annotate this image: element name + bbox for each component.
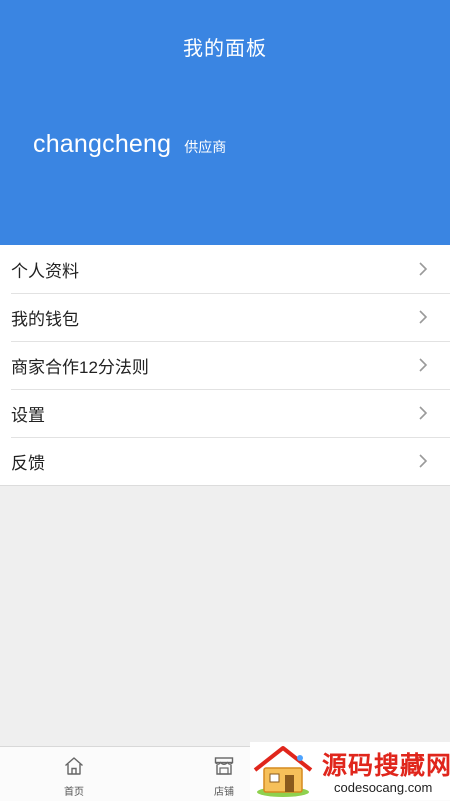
- menu-item-label: 设置: [11, 405, 45, 425]
- watermark-url: codesocang.com: [334, 780, 433, 795]
- chevron-right-icon: [419, 454, 428, 468]
- menu-item-label: 商家合作12分法则: [11, 357, 149, 377]
- menu-item-wallet[interactable]: 我的钱包: [0, 293, 450, 341]
- menu-item-label: 个人资料: [11, 261, 79, 281]
- menu-list: 个人资料 我的钱包 商家合作12分法则 设置 反馈: [0, 245, 450, 486]
- tab-label: 店铺: [214, 787, 234, 798]
- chevron-right-icon: [419, 310, 428, 324]
- user-role-label: 供应商: [184, 139, 227, 155]
- menu-item-profile[interactable]: 个人资料: [0, 245, 450, 293]
- watermark-logo: 源码搜藏网 codesocang.com: [250, 742, 450, 800]
- chevron-right-icon: [419, 406, 428, 420]
- tab-home[interactable]: 首页: [39, 755, 109, 798]
- home-icon: [65, 757, 83, 775]
- store-icon: [214, 757, 234, 775]
- menu-item-settings[interactable]: 设置: [0, 389, 450, 437]
- profile-header: 我的面板 changcheng 供应商: [0, 0, 450, 245]
- username: changcheng: [33, 130, 172, 158]
- watermark-title: 源码搜藏网: [322, 751, 450, 780]
- menu-item-label: 反馈: [11, 453, 45, 473]
- chevron-right-icon: [419, 262, 428, 276]
- user-info: changcheng 供应商: [33, 130, 226, 159]
- menu-item-label: 我的钱包: [11, 309, 79, 329]
- menu-item-feedback[interactable]: 反馈: [0, 437, 450, 485]
- tab-label: 首页: [64, 787, 84, 798]
- tab-store[interactable]: 店铺: [189, 755, 259, 798]
- chevron-right-icon: [419, 358, 428, 372]
- page-title: 我的面板: [183, 38, 267, 60]
- menu-item-merchant-rules[interactable]: 商家合作12分法则: [0, 341, 450, 389]
- house-logo-icon: [253, 746, 313, 797]
